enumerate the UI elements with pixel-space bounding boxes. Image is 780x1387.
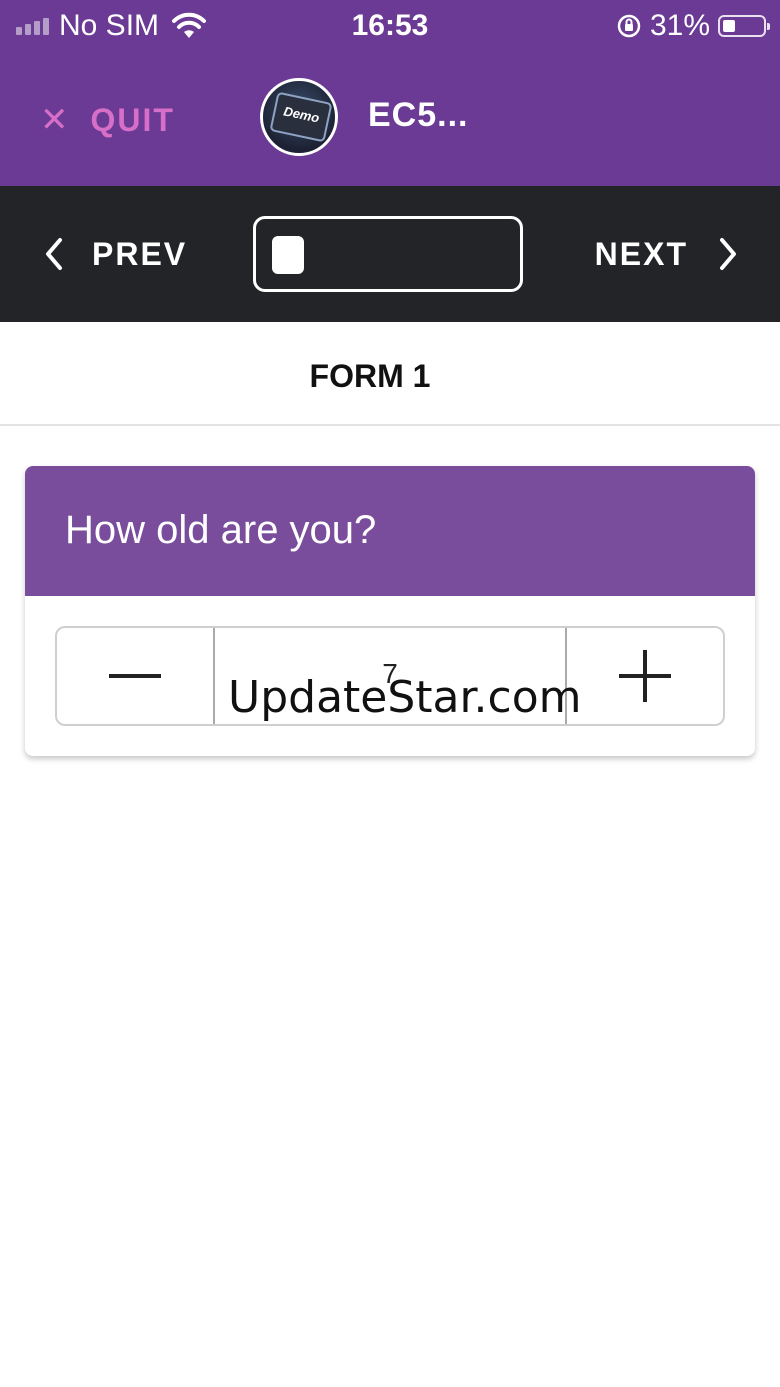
jump-indicator (272, 236, 304, 274)
battery-percent: 31% (649, 9, 710, 42)
project-logo-text: Demo (282, 103, 321, 126)
quit-button[interactable]: ✕ QUIT (40, 92, 175, 148)
next-label: NEXT (594, 235, 688, 272)
minus-icon (109, 674, 161, 678)
form-title: FORM 1 (309, 358, 431, 394)
next-button[interactable]: NEXT (595, 226, 738, 282)
status-bar: No SIM 16:53 31% (0, 0, 780, 52)
question-header: How old are you? (25, 466, 755, 596)
prev-button[interactable]: PREV (44, 226, 187, 282)
rotation-lock-icon (617, 14, 641, 38)
question-jump-button[interactable] (253, 216, 523, 292)
project-logo: Demo (260, 78, 338, 156)
question-navigation: PREV NEXT (0, 186, 780, 322)
app-header: ✕ QUIT Demo EC5... (0, 52, 780, 186)
question-text: How old are you? (65, 508, 377, 552)
project-title: EC5... (368, 96, 469, 134)
status-right: 31% (616, 8, 770, 44)
decrement-button[interactable] (57, 628, 213, 724)
prev-label: PREV (92, 235, 188, 272)
chevron-left-icon (46, 238, 62, 270)
chevron-right-icon (720, 238, 736, 270)
battery-icon (718, 15, 770, 37)
close-icon: ✕ (40, 101, 69, 139)
increment-button[interactable] (567, 628, 723, 724)
watermark: UpdateStar.com (228, 672, 582, 723)
quit-label: QUIT (90, 101, 175, 138)
form-title-bar: FORM 1 (0, 322, 780, 426)
plus-icon (619, 650, 671, 702)
